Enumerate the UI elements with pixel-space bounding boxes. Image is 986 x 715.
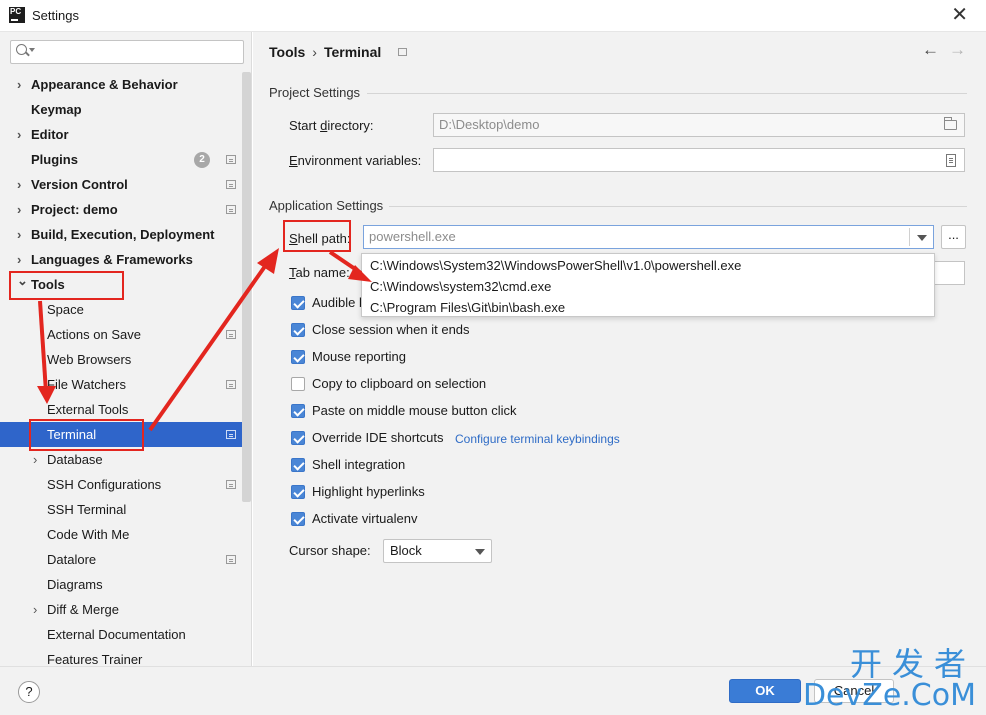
watermark-en: DevZe.CoM xyxy=(802,678,976,713)
annotation-arrowhead xyxy=(37,386,56,404)
annotation-arrow xyxy=(148,260,270,432)
watermark-cn: 开发者 xyxy=(849,645,976,683)
annotation-arrows xyxy=(37,248,372,432)
annotation-arrow xyxy=(38,300,48,393)
watermark: 开发者 DevZe.CoM xyxy=(803,647,976,711)
